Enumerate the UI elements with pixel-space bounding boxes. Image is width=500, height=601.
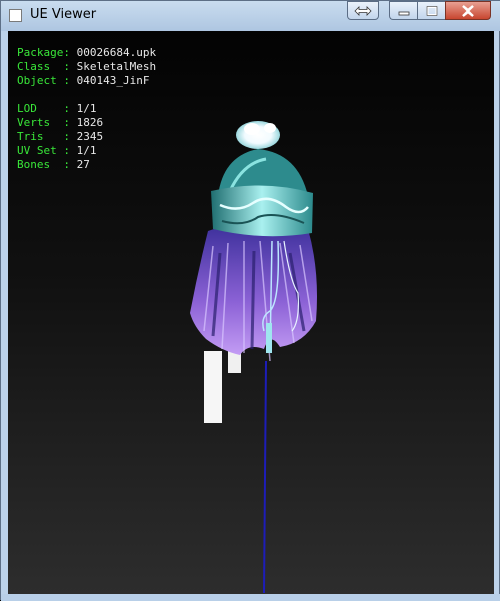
mesh-info-overlay: Package: 00026684.upk Class : SkeletalMe… bbox=[17, 46, 156, 172]
info-row-lod: LOD : 1/1 bbox=[17, 102, 97, 115]
close-button[interactable] bbox=[445, 1, 491, 20]
info-row-verts: Verts : 1826 bbox=[17, 116, 104, 129]
info-row-uvset: UV Set : 1/1 bbox=[17, 144, 97, 157]
maximize-button[interactable] bbox=[417, 1, 445, 20]
swap-arrows-icon bbox=[354, 5, 372, 16]
info-row-class: Class : SkeletalMesh bbox=[17, 60, 157, 73]
info-row-object: Object : 040143_JinF bbox=[17, 74, 150, 87]
app-icon bbox=[9, 9, 22, 22]
maximize-icon bbox=[426, 5, 437, 16]
3d-viewport[interactable]: Package: 00026684.upk Class : SkeletalMe… bbox=[8, 31, 494, 594]
minimize-icon bbox=[398, 11, 409, 15]
ribbon-left bbox=[204, 351, 222, 423]
close-icon bbox=[462, 4, 474, 17]
minimize-button[interactable] bbox=[389, 1, 417, 20]
app-window: UE Viewer Package: 00026684.upk Class: … bbox=[0, 0, 500, 601]
title-bar[interactable]: UE Viewer bbox=[1, 1, 500, 31]
info-row-bones: Bones : 27 bbox=[17, 158, 90, 171]
swap-button[interactable] bbox=[347, 1, 379, 20]
bone-line bbox=[263, 360, 267, 594]
window-title: UE Viewer bbox=[30, 7, 97, 22]
info-row-tris: Tris : 2345 bbox=[17, 130, 104, 143]
info-row-package: Package: 00026684.upk bbox=[17, 46, 157, 59]
